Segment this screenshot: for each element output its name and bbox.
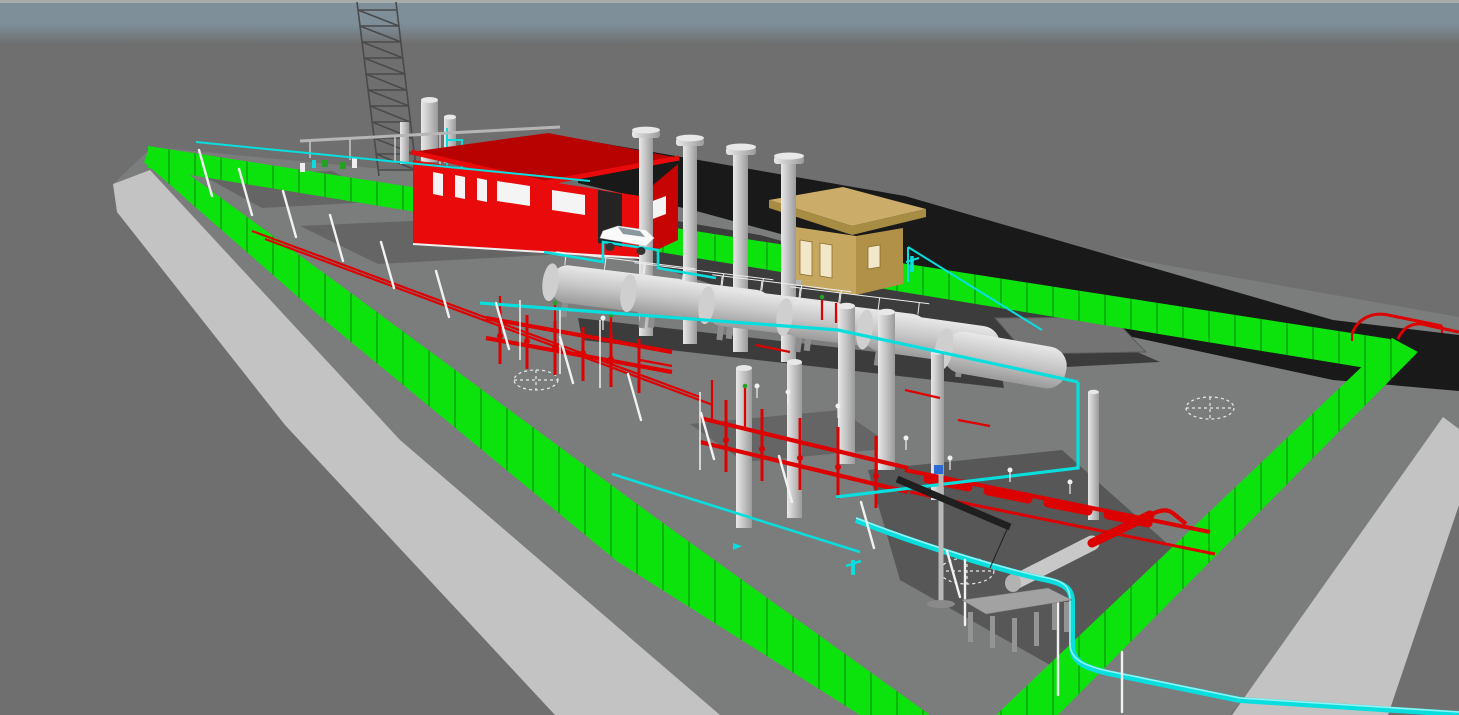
window xyxy=(820,243,832,278)
valve-blobs-part xyxy=(580,350,586,356)
equipment-rack-part xyxy=(968,612,973,642)
instrument-stands-part xyxy=(1008,468,1013,473)
vertical-scrubber-columns-part xyxy=(1088,390,1099,394)
valve-blobs-part xyxy=(759,446,765,452)
valve-blobs-part xyxy=(497,333,503,339)
valve-blobs-part xyxy=(524,338,530,344)
window xyxy=(800,240,812,276)
valve-blobs-part xyxy=(1005,492,1011,498)
stack-4-part xyxy=(774,153,804,160)
vertical-scrubber-columns-part xyxy=(787,359,802,365)
valve-blobs-part xyxy=(608,356,614,362)
vertical-scrubber-columns-part xyxy=(878,312,895,470)
valve-blobs-part xyxy=(873,473,879,479)
equipment-rack-part xyxy=(1034,612,1039,646)
window xyxy=(433,172,443,196)
pickup-truck-part xyxy=(606,243,615,251)
pig-launcher-part xyxy=(1005,574,1021,592)
background-part xyxy=(0,0,1459,3)
window xyxy=(868,245,880,269)
window xyxy=(455,175,465,199)
vertical-scrubber-columns-part xyxy=(736,365,752,371)
vertical-scrubber-columns-part xyxy=(838,303,855,309)
background-part xyxy=(0,24,1459,44)
instrument-stands-part xyxy=(601,316,606,321)
equipment-rack-part xyxy=(990,616,995,648)
model-3d-view[interactable] xyxy=(0,0,1459,715)
instrument-stands-part xyxy=(948,456,953,461)
instrument-stands-part xyxy=(755,384,760,389)
storage-tanks-part xyxy=(400,122,409,164)
background-part xyxy=(0,3,1459,24)
valve-blobs-part xyxy=(1065,504,1071,510)
instrument-stands-part xyxy=(1068,480,1073,485)
storage-tanks-part xyxy=(421,97,438,103)
vertical-scrubber-columns-part xyxy=(878,309,895,315)
cad-viewport[interactable] xyxy=(0,0,1459,715)
window xyxy=(477,178,487,202)
stack-1-part xyxy=(632,127,660,134)
vertical-scrubber-columns-part xyxy=(1088,392,1099,520)
valve-station-part xyxy=(340,162,346,169)
valve-station-part xyxy=(312,160,316,168)
davit-crane-part xyxy=(927,600,955,608)
valve-blobs-part xyxy=(835,464,841,470)
pickup-truck-part xyxy=(637,247,646,255)
instrument-stands-part xyxy=(904,436,909,441)
instrument-stands-part xyxy=(786,390,791,395)
equipment-rack-part xyxy=(1064,602,1069,632)
valve-blobs-part xyxy=(553,301,558,306)
valve-blobs-part xyxy=(723,437,729,443)
valve-blobs-part xyxy=(797,455,803,461)
equipment-rack-part xyxy=(1012,618,1017,652)
valve-blobs-part xyxy=(552,344,558,350)
valve-station-part xyxy=(322,160,328,167)
crane-motor xyxy=(934,465,943,474)
storage-tanks-part xyxy=(444,115,456,120)
equipment-rack-part xyxy=(1052,600,1057,630)
valve-station-part xyxy=(300,163,305,172)
valve-blobs-part xyxy=(743,384,748,389)
valve-blobs-part xyxy=(820,295,825,300)
stack-3-part xyxy=(726,144,756,151)
stack-2-part xyxy=(676,135,704,142)
instrument-stands-part xyxy=(836,404,841,409)
valve-station-part xyxy=(352,158,357,168)
